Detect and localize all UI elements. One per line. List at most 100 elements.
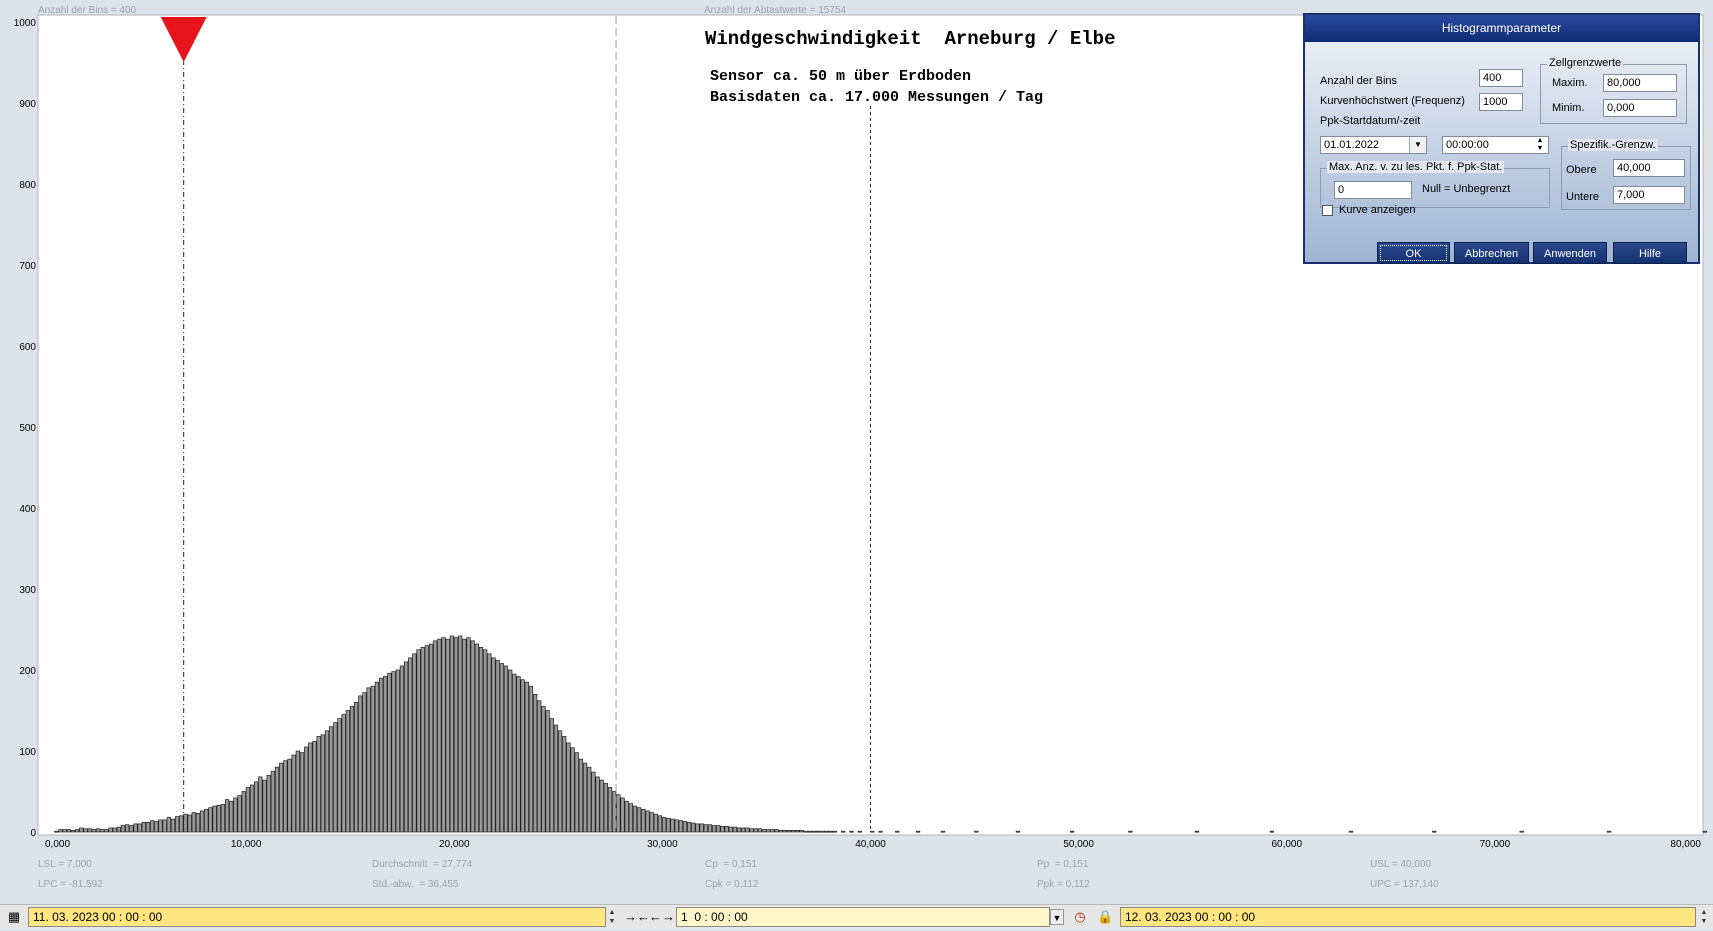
histogram-bar [116,826,121,833]
histogram-bar [487,653,492,833]
spec-upper-input[interactable]: 40,000 [1613,159,1685,177]
histogram-bar [387,672,392,833]
calendar-icon[interactable]: ▦ [6,909,22,925]
histogram-bar [570,747,575,833]
spec-lower-input[interactable]: 7,000 [1613,186,1685,204]
histogram-bar [799,830,804,833]
duration-dropdown-icon[interactable]: ▼ [1050,909,1064,925]
start-spinner-icon[interactable]: ▲ ▼ [606,908,618,926]
ok-button[interactable]: OK [1377,242,1450,264]
start-time-input[interactable]: 00:00:00 ▲ ▼ [1442,136,1549,154]
clock-icon[interactable]: ◷ [1072,909,1088,925]
histogram-bar [562,736,567,833]
histogram-bar [757,828,763,833]
histogram-bar [816,830,821,833]
x-tick-label: 40,000 [855,839,886,850]
cell-min-input[interactable]: 0,000 [1603,99,1677,117]
histogram-bar [549,718,554,833]
histogram-bar [224,799,230,833]
end-datetime-field[interactable]: 12. 03. 2023 00 : 00 : 00 [1120,907,1696,927]
histogram-bar [437,638,442,833]
histogram-bar [104,829,109,833]
histogram-bar [1348,830,1354,833]
histogram-bar [75,829,80,833]
histogram-bar [657,815,663,833]
histogram-bar [782,830,788,833]
end-spinner-icon[interactable]: ▲ ▼ [1698,908,1710,926]
chevron-down-icon[interactable]: ▼ [1409,137,1426,153]
histogram-bar [399,665,405,833]
histogram-bar [254,781,259,833]
histogram-bar [628,803,633,833]
duration-field[interactable]: 1 0 : 00 : 00 [676,907,1050,927]
histogram-bar [578,758,584,833]
histogram-bar [204,808,209,833]
spec-limits-label: Spezifik.-Grenzw. [1568,139,1658,151]
histogram-bar [691,822,696,833]
histogram-bar [724,825,729,833]
cell-limits-label: Zellgrenzwerte [1547,57,1624,69]
histogram-bar [741,827,746,833]
x-tick-label: 70,000 [1480,839,1511,850]
histogram-bar [1069,830,1075,833]
y-tick-label: 300 [19,585,36,596]
histogram-bar [895,830,900,833]
help-button[interactable]: Hilfe [1613,242,1687,264]
histogram-bar [557,730,563,833]
curve-checkbox[interactable] [1322,205,1333,216]
histogram-bar [266,774,271,833]
time-spinner-icon[interactable]: ▲ ▼ [1532,137,1548,153]
bins-input[interactable]: 400 [1479,69,1523,87]
histogram-bar [337,718,342,833]
histogram-bar [241,791,246,833]
dialog-body: Anzahl der Bins 400 Kurvenhöchstwert (Fr… [1305,42,1698,264]
histogram-bar [566,742,571,833]
histogram-bar [162,819,167,833]
histogram-bar [170,818,176,833]
histogram-bar [495,659,500,833]
histogram-bar [491,657,496,833]
histogram-bar [824,830,829,833]
apply-button[interactable]: Anwenden [1533,242,1607,264]
x-tick-label: 0,000 [45,839,70,850]
y-tick-label: 700 [19,261,36,272]
stat-usl: USL = 40,000 [1370,859,1432,870]
maxpts-input[interactable]: 0 [1334,181,1412,199]
histogram-bar [532,693,538,833]
histogram-bar [462,638,467,833]
dialog-title[interactable]: Histogrammparameter [1305,15,1698,42]
x-tick-label: 20,000 [439,839,470,850]
histogram-bar [358,695,363,833]
stat-pp: Pp = 0,151 [1037,859,1089,870]
histogram-bar [832,830,837,833]
histogram-bar [212,805,217,833]
y-tick-label: 1000 [14,18,37,29]
lock-icon[interactable]: 🔒 [1097,909,1113,925]
sample-count-label: Anzahl der Abtastwerte = 15754 [704,5,846,16]
peak-input[interactable]: 1000 [1479,93,1523,111]
histogram-bar [841,830,846,833]
chart-title: Windgeschwindigkeit Arneburg / Elbe [705,28,1115,50]
histogram-bar [637,807,642,833]
histogram-bar [449,635,454,833]
histogram-bar [703,824,708,833]
histogram-bar [145,821,151,833]
histogram-bar [95,828,101,833]
collapse-range-icon[interactable]: →← [624,909,650,925]
expand-range-icon[interactable]: ←→ [649,909,675,925]
histogram-bar [612,791,617,833]
cancel-button[interactable]: Abbrechen [1454,242,1529,264]
y-axis-ticks: 0 100 200 300 400 500 600 700 800 900 1000 [14,18,37,839]
histogram-bar [607,787,613,833]
spec-lower-label: Untere [1566,191,1600,203]
stat-lpc: LPC = -81,592 [38,879,103,890]
histogram-bar [524,681,529,833]
histogram-bar [616,794,621,833]
cell-max-input[interactable]: 80,000 [1603,74,1677,92]
histogram-bar [720,825,725,833]
start-date-select[interactable]: 01.01.2022 ▼ [1320,136,1427,154]
histogram-bar [745,827,750,833]
histogram-bar [582,762,588,833]
curve-label: Kurve anzeigen [1339,204,1416,216]
start-datetime-field[interactable]: 11. 03. 2023 00 : 00 : 00 [28,907,606,927]
